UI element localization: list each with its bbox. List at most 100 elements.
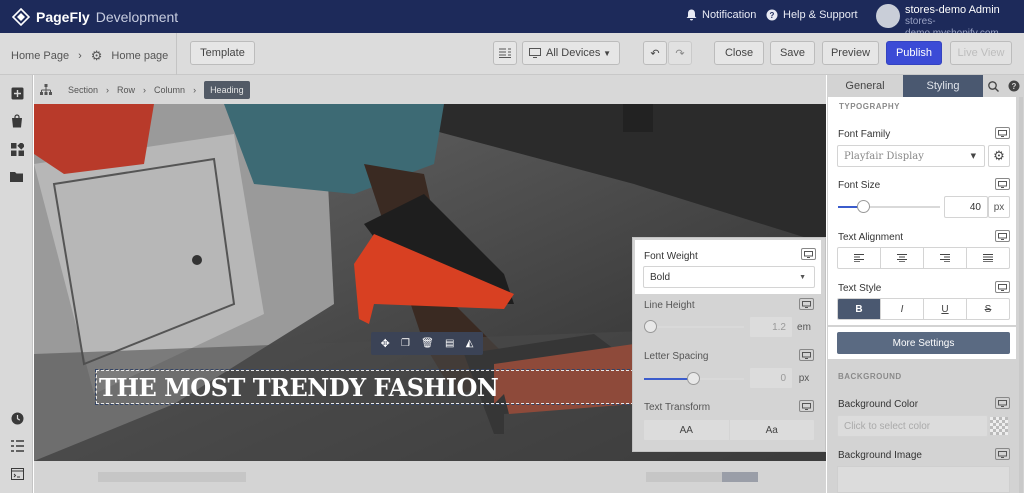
responsive-monitor-icon[interactable]: [799, 400, 814, 412]
undo-icon: ↶: [650, 47, 660, 60]
notification-button[interactable]: Notification: [686, 9, 756, 21]
underline-button[interactable]: U: [924, 299, 967, 319]
font-size-knob[interactable]: [857, 200, 870, 213]
breadcrumb-column[interactable]: Column: [154, 85, 185, 95]
help-icon[interactable]: ?: [1005, 75, 1023, 97]
add-element-icon[interactable]: [9, 85, 25, 101]
strikethrough-button[interactable]: S: [967, 299, 1009, 319]
font-settings-gear-icon[interactable]: ⚙: [988, 145, 1010, 167]
element-breadcrumb: Section › Row › Column › Heading: [34, 75, 826, 104]
text-alignment-options: [837, 247, 1010, 269]
more-settings-wrapper: More Settings: [828, 327, 1016, 359]
code-editor-icon[interactable]: [9, 466, 25, 482]
line-height-input[interactable]: 1.2: [749, 316, 793, 338]
text-transform-options: AA Aa: [643, 419, 815, 441]
avatar[interactable]: [876, 4, 900, 28]
hierarchy-icon: [40, 83, 52, 95]
line-height-knob[interactable]: [644, 320, 657, 333]
font-family-select[interactable]: Playfair Display ▼: [837, 145, 985, 167]
duplicate-icon[interactable]: ❐: [401, 338, 410, 349]
breadcrumb-section[interactable]: Section: [68, 85, 98, 95]
more-settings-button[interactable]: More Settings: [837, 332, 1010, 354]
responsive-monitor-icon[interactable]: [995, 127, 1010, 139]
widgets-icon[interactable]: [9, 141, 25, 157]
logo-env: Development: [95, 9, 179, 25]
font-weight-select[interactable]: Bold ▼: [643, 266, 815, 288]
close-button[interactable]: Close: [714, 41, 764, 65]
panel-scrollbar[interactable]: [1019, 97, 1023, 493]
pagefly-logo[interactable]: PageFly Development: [12, 8, 178, 26]
heading-element[interactable]: THE MOST TRENDY FASHION: [95, 369, 635, 405]
background-color-input[interactable]: Click to select color: [837, 415, 988, 437]
scrollbar-left[interactable]: [98, 472, 246, 482]
history-clock-icon[interactable]: [9, 410, 25, 426]
line-height-track[interactable]: [650, 326, 744, 328]
font-weight-label: Font Weight: [644, 251, 698, 262]
search-icon[interactable]: [983, 75, 1003, 97]
tab-general[interactable]: General: [827, 75, 903, 97]
responsive-monitor-icon[interactable]: [995, 178, 1010, 190]
settings-gear-icon[interactable]: ⚙: [91, 48, 103, 64]
publish-button[interactable]: Publish: [886, 41, 942, 65]
responsive-monitor-icon[interactable]: [799, 298, 814, 310]
monitor-icon: [529, 48, 541, 58]
move-icon[interactable]: ✥: [381, 337, 390, 350]
heading-text[interactable]: THE MOST TRENDY FASHION: [99, 373, 499, 402]
save-snippet-icon[interactable]: ▤: [445, 338, 454, 349]
letter-spacing-unit[interactable]: px: [793, 367, 815, 389]
element-action-bar: ✥ ❐ 🗑 ▤ ◭: [371, 332, 483, 355]
scrollbar-thumb[interactable]: [722, 472, 758, 482]
device-select[interactable]: All Devices ▼: [522, 41, 620, 65]
help-button[interactable]: ? Help & Support: [766, 9, 858, 21]
eraser-icon[interactable]: ◭: [466, 338, 474, 349]
align-left-icon[interactable]: [838, 248, 881, 268]
bold-button[interactable]: B: [838, 299, 881, 319]
responsive-monitor-icon[interactable]: [995, 281, 1010, 293]
redo-button[interactable]: ↷: [668, 41, 692, 65]
shopify-bag-icon[interactable]: [9, 113, 25, 129]
responsive-monitor-icon[interactable]: [995, 448, 1010, 460]
line-height-unit[interactable]: em: [793, 316, 815, 338]
font-family-value: Playfair Display: [844, 150, 924, 162]
transparent-swatch-icon[interactable]: [990, 417, 1008, 435]
help-icon: ?: [766, 9, 778, 21]
template-button[interactable]: Template: [190, 41, 255, 65]
align-right-icon[interactable]: [924, 248, 967, 268]
align-justify-icon[interactable]: [967, 248, 1009, 268]
transform-capitalize-button[interactable]: Aa: [730, 420, 815, 440]
background-image-dropzone[interactable]: [837, 466, 1010, 493]
background-image-label: Background Image: [838, 450, 922, 461]
breadcrumb-heading[interactable]: Heading: [204, 80, 250, 99]
layout-toggle-button[interactable]: [493, 41, 517, 65]
breadcrumb-row[interactable]: Row: [117, 85, 135, 95]
preview-button[interactable]: Preview: [822, 41, 879, 65]
responsive-monitor-icon[interactable]: [799, 349, 814, 361]
align-center-icon[interactable]: [881, 248, 924, 268]
page-breadcrumb: Home Page › ⚙ Home page: [11, 48, 168, 64]
font-size-label: Font Size: [838, 180, 881, 191]
save-button[interactable]: Save: [770, 41, 815, 65]
undo-button[interactable]: ↶: [643, 41, 667, 65]
chevron-right-icon: ›: [143, 84, 147, 95]
layers-list-icon[interactable]: [9, 438, 25, 454]
italic-button[interactable]: I: [881, 299, 924, 319]
live-view-button[interactable]: Live View: [950, 41, 1012, 65]
responsive-monitor-icon[interactable]: [995, 397, 1010, 409]
font-family-label: Font Family: [838, 129, 891, 140]
breadcrumb-home[interactable]: Home Page: [11, 50, 69, 62]
folder-icon[interactable]: [9, 169, 25, 185]
right-panel: General Styling ? TYPOGRAPHY Font Family…: [827, 75, 1024, 493]
responsive-monitor-icon[interactable]: [801, 248, 816, 260]
logo-brand: PageFly: [36, 9, 90, 25]
letter-spacing-knob[interactable]: [687, 372, 700, 385]
delete-icon[interactable]: 🗑: [421, 338, 434, 349]
transform-uppercase-button[interactable]: AA: [644, 420, 730, 440]
letter-spacing-input[interactable]: 0: [749, 367, 793, 389]
left-sidebar: [0, 75, 33, 493]
font-size-input[interactable]: 40: [944, 196, 988, 218]
responsive-monitor-icon[interactable]: [995, 230, 1010, 242]
typography-floating-panel: Font Weight Bold ▼ Line Height 1.2 em Le…: [632, 237, 826, 452]
font-size-unit[interactable]: px: [988, 196, 1010, 218]
tab-styling[interactable]: Styling: [903, 75, 983, 97]
help-label: Help & Support: [783, 9, 858, 21]
